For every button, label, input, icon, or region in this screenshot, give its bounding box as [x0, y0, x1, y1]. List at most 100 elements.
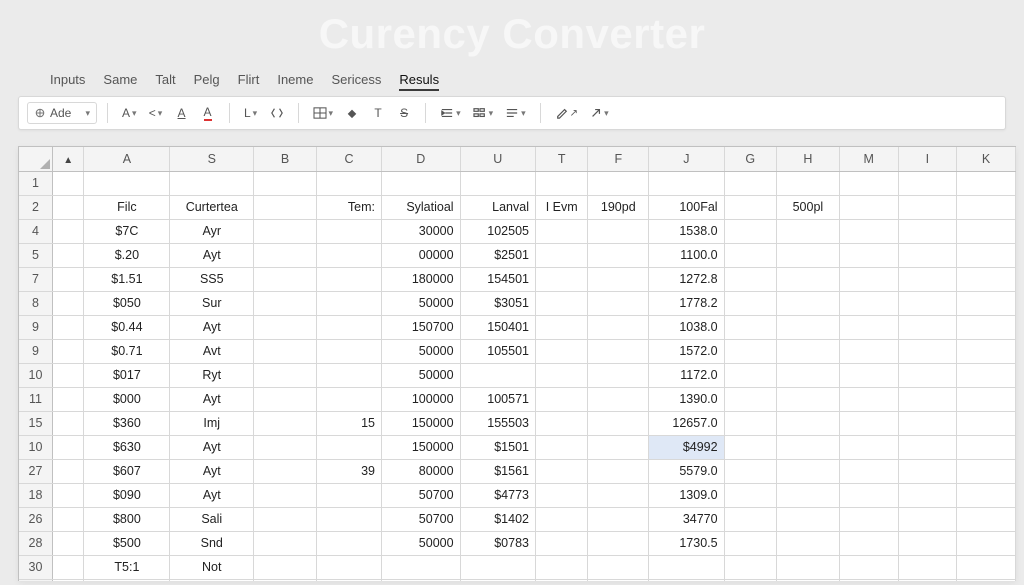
cell[interactable]: [381, 171, 460, 195]
cell[interactable]: [724, 459, 776, 483]
row-header[interactable]: 28: [19, 531, 53, 555]
cell[interactable]: Curtertea: [170, 195, 254, 219]
cell[interactable]: [776, 579, 839, 581]
cell[interactable]: [839, 579, 898, 581]
cell[interactable]: 150000: [381, 435, 460, 459]
row-header[interactable]: 7: [19, 267, 53, 291]
cell[interactable]: [776, 459, 839, 483]
cell[interactable]: [724, 435, 776, 459]
cell[interactable]: 102505: [460, 219, 535, 243]
cell[interactable]: [898, 363, 957, 387]
col-header-S[interactable]: S: [170, 147, 254, 171]
cell[interactable]: [536, 315, 588, 339]
cell[interactable]: $607: [84, 459, 170, 483]
spreadsheet[interactable]: ▲ASBCDUTFJGHMIK 12FilcCurterteaTem:Sylat…: [18, 146, 1016, 581]
cell[interactable]: 34770: [649, 507, 724, 531]
cell[interactable]: [957, 387, 1016, 411]
cell[interactable]: $000: [84, 387, 170, 411]
cell[interactable]: [254, 435, 317, 459]
cell[interactable]: 1730.5: [649, 531, 724, 555]
cell[interactable]: Sali: [170, 507, 254, 531]
cell[interactable]: [898, 339, 957, 363]
cell[interactable]: [957, 435, 1016, 459]
cell[interactable]: [588, 459, 649, 483]
cell[interactable]: [588, 243, 649, 267]
cell[interactable]: $1501: [460, 435, 535, 459]
cell[interactable]: [898, 435, 957, 459]
cell[interactable]: [724, 483, 776, 507]
cell[interactable]: $0.44: [84, 315, 170, 339]
font-select[interactable]: Ade ▾: [27, 102, 97, 124]
cell[interactable]: $360: [84, 411, 170, 435]
cell[interactable]: [588, 291, 649, 315]
col-header-F[interactable]: F: [588, 147, 649, 171]
font-size-button[interactable]: A▾: [118, 102, 141, 124]
cell[interactable]: 50700: [381, 483, 460, 507]
cell[interactable]: Ayt: [170, 243, 254, 267]
cell[interactable]: [254, 411, 317, 435]
cell[interactable]: Lanval: [460, 195, 535, 219]
cell[interactable]: 500pl: [776, 195, 839, 219]
cell[interactable]: [776, 219, 839, 243]
cell[interactable]: [957, 459, 1016, 483]
cell[interactable]: [317, 483, 382, 507]
cell[interactable]: [898, 315, 957, 339]
cell[interactable]: $090: [84, 483, 170, 507]
indent-button[interactable]: ▾: [436, 102, 465, 124]
cell[interactable]: [84, 579, 170, 581]
cell[interactable]: [839, 243, 898, 267]
cell[interactable]: [724, 411, 776, 435]
cell[interactable]: [724, 267, 776, 291]
cell[interactable]: 1778.2: [649, 291, 724, 315]
cell[interactable]: [776, 411, 839, 435]
cell[interactable]: Avt: [170, 339, 254, 363]
cell[interactable]: [839, 171, 898, 195]
cell[interactable]: [724, 195, 776, 219]
cell[interactable]: [724, 339, 776, 363]
cell[interactable]: [536, 363, 588, 387]
cell[interactable]: [957, 171, 1016, 195]
cell[interactable]: [536, 219, 588, 243]
cell[interactable]: 150401: [460, 315, 535, 339]
cell[interactable]: [839, 483, 898, 507]
col-header-G[interactable]: G: [724, 147, 776, 171]
cell[interactable]: $1561: [460, 459, 535, 483]
cell[interactable]: $1.51: [84, 267, 170, 291]
cell[interactable]: [724, 219, 776, 243]
cell[interactable]: [839, 315, 898, 339]
row-header[interactable]: 2: [19, 195, 53, 219]
cell[interactable]: [649, 579, 724, 581]
cell[interactable]: 100571: [460, 387, 535, 411]
cell[interactable]: [957, 555, 1016, 579]
row-header[interactable]: 8: [19, 291, 53, 315]
cell[interactable]: 50000: [381, 531, 460, 555]
cell[interactable]: 155503: [460, 411, 535, 435]
cell[interactable]: [588, 507, 649, 531]
cell[interactable]: 50000: [381, 363, 460, 387]
col-header-A[interactable]: A: [84, 147, 170, 171]
cell[interactable]: [776, 339, 839, 363]
cell[interactable]: [536, 531, 588, 555]
cell[interactable]: [588, 579, 649, 581]
cell[interactable]: [957, 507, 1016, 531]
cell[interactable]: $0783: [460, 531, 535, 555]
cell[interactable]: [588, 219, 649, 243]
cell[interactable]: [317, 435, 382, 459]
select-all-corner[interactable]: [19, 147, 53, 171]
row-header[interactable]: 9: [19, 339, 53, 363]
cell[interactable]: [898, 483, 957, 507]
cell[interactable]: [839, 387, 898, 411]
cell[interactable]: Ayt: [170, 483, 254, 507]
cell[interactable]: [536, 387, 588, 411]
cell[interactable]: Ayr: [170, 219, 254, 243]
cell[interactable]: 50700: [381, 507, 460, 531]
cell[interactable]: Ayt: [170, 315, 254, 339]
row-header[interactable]: 30: [19, 555, 53, 579]
cell[interactable]: [724, 579, 776, 581]
cell[interactable]: [170, 579, 254, 581]
cell[interactable]: [957, 411, 1016, 435]
cell[interactable]: [649, 555, 724, 579]
cell[interactable]: [536, 579, 588, 581]
cell[interactable]: [317, 315, 382, 339]
cell[interactable]: [776, 507, 839, 531]
